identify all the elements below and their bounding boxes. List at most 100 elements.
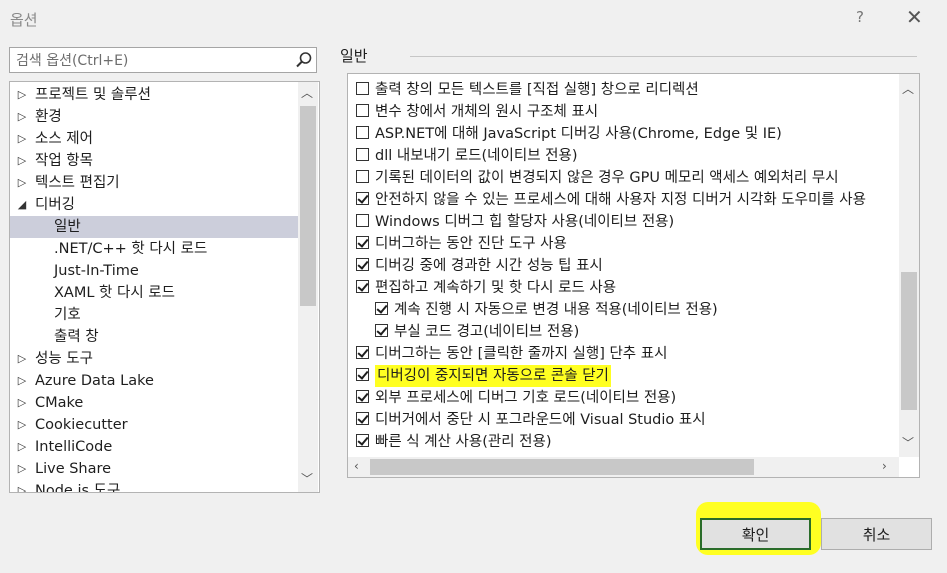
collapsed-arrow-icon[interactable]: ▷: [16, 414, 28, 436]
option-checkbox[interactable]: [356, 170, 369, 183]
scroll-down-icon[interactable]: ﹀: [301, 470, 313, 487]
option-checkbox[interactable]: [356, 236, 369, 249]
option-label: ASP.NET에 대해 JavaScript 디버깅 사용(Chrome, Ed…: [375, 126, 782, 142]
option-checkbox[interactable]: [356, 412, 369, 425]
option-checkbox[interactable]: [356, 258, 369, 271]
collapsed-arrow-icon[interactable]: ▷: [16, 84, 28, 106]
tree-item-label: 출력 창: [54, 329, 99, 345]
tree-item[interactable]: ▷ 환경: [10, 106, 298, 128]
tree-item-label: Azure Data Lake: [35, 373, 154, 389]
collapsed-arrow-icon[interactable]: ▷: [16, 370, 28, 392]
tree-scrollbar[interactable]: ︿ ﹀: [298, 82, 318, 492]
option-checkbox[interactable]: [375, 302, 388, 315]
option-checkbox[interactable]: [356, 390, 369, 403]
option-label: 외부 프로세스에 디버그 기호 로드(네이티브 전용): [375, 390, 677, 406]
options-panel[interactable]: ︿ ﹀ ‹ › 출력 창의 모든 텍스트를 [직접 실행] 창으로 리디렉션 변수…: [347, 73, 920, 478]
panel-hscroll-thumb[interactable]: [370, 459, 754, 475]
option-label: 디버그하는 동안 [클릭한 줄까지 실행] 단추 표시: [375, 346, 668, 362]
option-label: dll 내보내기 로드(네이티브 전용): [375, 148, 578, 164]
option-label: 부실 코드 경고(네이티브 전용): [394, 324, 580, 340]
tree-item[interactable]: ▷ Azure Data Lake: [10, 370, 298, 392]
expanded-arrow-icon[interactable]: ◢: [16, 194, 28, 216]
cancel-button[interactable]: 취소: [821, 518, 932, 550]
option-label: 디버깅이 중지되면 자동으로 콘솔 닫기: [375, 365, 611, 387]
option-checkbox[interactable]: [356, 192, 369, 205]
tree-item[interactable]: Just-In-Time: [10, 260, 298, 282]
tree-item[interactable]: ▷ 텍스트 편집기: [10, 172, 298, 194]
section-title: 일반: [340, 47, 368, 65]
tree-item-label: .NET/C++ 핫 다시 로드: [54, 241, 208, 257]
section-divider: [410, 56, 917, 57]
tree-item[interactable]: 기호: [10, 304, 298, 326]
option-label: 디버깅 중에 경과한 시간 성능 팁 표시: [375, 258, 603, 274]
tree-item-label: 디버깅: [35, 197, 76, 213]
collapsed-arrow-icon[interactable]: ▷: [16, 128, 28, 150]
option-label: 안전하지 않을 수 있는 프로세스에 대해 사용자 지정 디버거 시각화 도우미…: [375, 192, 866, 208]
option-checkbox[interactable]: [356, 434, 369, 447]
option-checkbox[interactable]: [356, 214, 369, 227]
tree-item-label: 환경: [35, 109, 62, 125]
tree-item-label: CMake: [35, 395, 84, 411]
option-checkbox[interactable]: [356, 346, 369, 359]
tree-item[interactable]: .NET/C++ 핫 다시 로드: [10, 238, 298, 260]
option-label: 출력 창의 모든 텍스트를 [직접 실행] 창으로 리디렉션: [375, 82, 699, 98]
option-checkbox[interactable]: [356, 280, 369, 293]
tree-scroll-thumb[interactable]: [300, 106, 316, 306]
option-checkbox[interactable]: [375, 324, 388, 337]
collapsed-arrow-icon[interactable]: ▷: [16, 172, 28, 194]
title-bar: 옵션 ? ✕: [0, 0, 947, 38]
ok-button[interactable]: 확인: [700, 518, 811, 550]
tree-item[interactable]: XAML 핫 다시 로드: [10, 282, 298, 304]
panel-horizontal-scrollbar[interactable]: ‹ ›: [348, 457, 899, 477]
option-checkbox[interactable]: [356, 148, 369, 161]
tree-item[interactable]: 출력 창: [10, 326, 298, 348]
collapsed-arrow-icon[interactable]: ▷: [16, 436, 28, 458]
scroll-left-icon[interactable]: ‹: [354, 459, 359, 473]
scroll-down-icon[interactable]: ﹀: [902, 434, 914, 451]
collapsed-arrow-icon[interactable]: ▷: [16, 348, 28, 370]
tree-item[interactable]: ◢ 디버깅: [10, 194, 298, 216]
search-box: [9, 47, 317, 73]
scroll-right-icon[interactable]: ›: [882, 459, 887, 473]
tree-item[interactable]: ▷ 프로젝트 및 솔루션: [10, 84, 298, 106]
window-title: 옵션: [10, 11, 38, 29]
search-input[interactable]: [14, 50, 288, 72]
tree-item-label: 일반: [54, 219, 81, 235]
scroll-up-icon[interactable]: ︿: [301, 84, 313, 101]
tree-item[interactable]: ▷ Node.js 도구: [10, 480, 298, 493]
tree-item[interactable]: ▷ CMake: [10, 392, 298, 414]
close-icon[interactable]: ✕: [906, 5, 923, 29]
option-label: 기록된 데이터의 값이 변경되지 않은 경우 GPU 메모리 액세스 예외처리 …: [375, 170, 839, 186]
search-icon[interactable]: [295, 51, 313, 69]
tree-item[interactable]: ▷ Cookiecutter: [10, 414, 298, 436]
panel-vertical-scrollbar[interactable]: ︿ ﹀: [899, 74, 919, 457]
option-checkbox[interactable]: [356, 104, 369, 117]
tree-item[interactable]: ▷ Live Share: [10, 458, 298, 480]
tree-item[interactable]: ▷ 작업 항목: [10, 150, 298, 172]
tree-item-label: 작업 항목: [35, 153, 93, 169]
panel-scroll-thumb[interactable]: [901, 272, 917, 410]
collapsed-arrow-icon[interactable]: ▷: [16, 106, 28, 128]
tree-item-label: Just-In-Time: [54, 263, 139, 279]
option-checkbox[interactable]: [356, 82, 369, 95]
tree-item[interactable]: ▷ 성능 도구: [10, 348, 298, 370]
option-checkbox[interactable]: [356, 368, 369, 381]
tree-item-label: IntelliCode: [35, 439, 113, 455]
collapsed-arrow-icon[interactable]: ▷: [16, 392, 28, 414]
tree-item-label: Node.js 도구: [35, 483, 121, 493]
tree-item[interactable]: ▷ IntelliCode: [10, 436, 298, 458]
help-button[interactable]: ?: [856, 8, 864, 26]
collapsed-arrow-icon[interactable]: ▷: [16, 480, 28, 492]
options-tree[interactable]: ︿ ﹀ ▷ 프로젝트 및 솔루션 ▷ 환경 ▷ 소스 제어 ▷ 작업 항목 ▷ 텍스트 편집기 ◢ 디…: [9, 81, 320, 493]
tree-item-label: XAML 핫 다시 로드: [54, 285, 175, 301]
collapsed-arrow-icon[interactable]: ▷: [16, 150, 28, 172]
tree-item[interactable]: ▷ 소스 제어: [10, 128, 298, 150]
option-label: 디버거에서 중단 시 포그라운드에 Visual Studio 표시: [375, 412, 706, 428]
option-checkbox[interactable]: [356, 126, 369, 139]
tree-item-label: Live Share: [35, 461, 112, 477]
tree-item[interactable]: 일반: [10, 216, 298, 238]
scroll-up-icon[interactable]: ︿: [902, 80, 914, 97]
collapsed-arrow-icon[interactable]: ▷: [16, 458, 28, 480]
tree-item-label: 기호: [54, 307, 81, 323]
option-label: 빠른 식 계산 사용(관리 전용): [375, 434, 552, 450]
